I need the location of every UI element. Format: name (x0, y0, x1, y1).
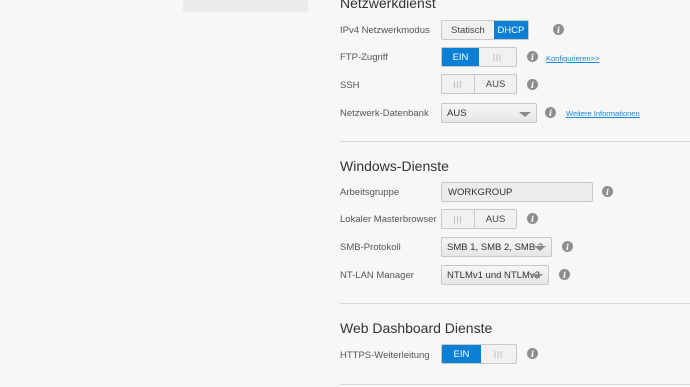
ssh-off-option[interactable]: AUS (474, 75, 516, 93)
https-redirect-info-icon[interactable]: i (527, 348, 538, 359)
https-off-grip[interactable]: ||| (481, 345, 516, 363)
network-db-select[interactable]: AUS (441, 103, 537, 123)
network-db-label: Netzwerk-Datenbank (340, 108, 429, 119)
ipv4-mode-label: IPv4 Netzwerkmodus (340, 25, 430, 36)
ntlm-info-icon[interactable]: i (559, 269, 570, 280)
ftp-on-option[interactable]: EIN (442, 48, 479, 66)
chevron-down-icon (531, 274, 543, 279)
workgroup-info-icon[interactable]: i (602, 186, 613, 197)
ftp-access-toggle[interactable]: EIN ||| (441, 47, 517, 67)
section-title-web-dashboard: Web Dashboard Dienste (340, 320, 493, 336)
toggle-grip-icon: ||| (453, 79, 463, 89)
master-browser-toggle[interactable]: ||| AUS (441, 209, 517, 229)
master-browser-on-grip[interactable]: ||| (442, 210, 474, 228)
master-browser-info-icon[interactable]: i (527, 213, 538, 224)
toggle-grip-icon: ||| (492, 52, 503, 62)
chevron-down-icon (534, 246, 546, 251)
ssh-label: SSH (340, 80, 360, 91)
smb-protocol-value: SMB 1, SMB 2, SMB 3 (447, 241, 544, 253)
https-redirect-label: HTTPS-Weiterleitung (340, 350, 430, 361)
ipv4-dhcp-option[interactable]: DHCP (493, 21, 528, 39)
workgroup-input[interactable]: WORKGROUP (441, 182, 593, 202)
network-db-info-icon[interactable]: i (545, 107, 556, 118)
ipv4-static-option[interactable]: Statisch (442, 21, 494, 39)
ssh-on-grip[interactable]: ||| (442, 75, 474, 93)
network-db-value: AUS (447, 107, 467, 119)
https-redirect-toggle[interactable]: EIN ||| (441, 344, 517, 364)
section-divider (340, 384, 690, 385)
left-nav-panel (183, 0, 308, 12)
more-info-link[interactable]: Weitere Informationen (566, 109, 640, 118)
ssh-info-icon[interactable]: i (527, 79, 538, 90)
chevron-down-icon (519, 112, 531, 117)
section-title-network: Netzwerkdienst (340, 0, 436, 11)
ipv4-mode-toggle[interactable]: Statisch DHCP (441, 20, 529, 40)
ntlm-select[interactable]: NTLMv1 und NTLMv2 (441, 265, 549, 285)
ftp-info-icon[interactable]: i (527, 51, 538, 62)
smb-protocol-label: SMB-Protokoll (340, 242, 401, 253)
ntlm-label: NT-LAN Manager (340, 270, 414, 281)
ipv4-info-icon[interactable]: i (553, 24, 564, 35)
section-title-windows: Windows-Dienste (340, 158, 449, 174)
ftp-access-label: FTP-Zugriff (340, 52, 388, 63)
ftp-off-grip[interactable]: ||| (479, 48, 516, 66)
ntlm-value: NTLMv1 und NTLMv2 (447, 269, 540, 281)
smb-protocol-info-icon[interactable]: i (562, 241, 573, 252)
toggle-grip-icon: ||| (493, 349, 504, 359)
ssh-toggle[interactable]: ||| AUS (441, 74, 517, 94)
toggle-grip-icon: ||| (453, 214, 463, 224)
section-divider (340, 303, 690, 304)
master-browser-off-option[interactable]: AUS (474, 210, 516, 228)
smb-protocol-select[interactable]: SMB 1, SMB 2, SMB 3 (441, 237, 552, 257)
ftp-configure-link[interactable]: Konfigurieren>> (546, 54, 599, 63)
https-on-option[interactable]: EIN (442, 345, 481, 363)
master-browser-label: Lokaler Masterbrowser (340, 214, 437, 225)
workgroup-label: Arbeitsgruppe (340, 187, 400, 198)
section-divider (340, 141, 690, 142)
